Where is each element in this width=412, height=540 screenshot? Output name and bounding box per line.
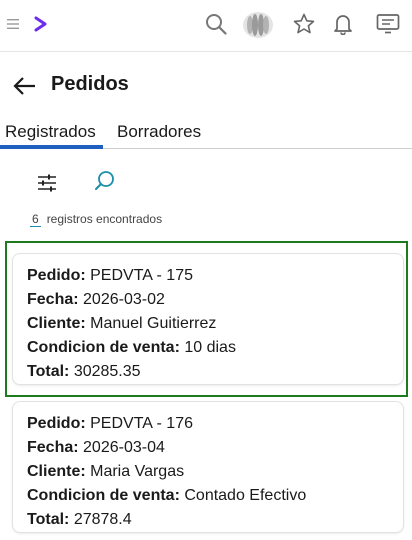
order-total-row: Total: 27878.4: [27, 508, 403, 532]
total-label: Total:: [27, 511, 70, 528]
star-icon[interactable]: [293, 13, 315, 35]
order-label: Pedido:: [27, 267, 86, 284]
back-arrow-icon[interactable]: [12, 74, 38, 98]
active-tab-indicator: [0, 145, 103, 149]
order-date-row: Fecha: 2026-03-04: [27, 436, 403, 460]
order-client: Manuel Guitierrez: [90, 315, 217, 332]
results-count-label: registros encontrados: [46, 212, 163, 226]
order-client-row: Cliente: Manuel Guitierrez: [27, 312, 403, 336]
brand-icon[interactable]: [241, 10, 275, 40]
order-number-row: Pedido: PEDVTA - 175: [27, 264, 403, 288]
tab-bar: Registrados Borradores: [0, 116, 412, 149]
menu-icon[interactable]: [7, 18, 19, 30]
date-label: Fecha:: [27, 291, 79, 308]
search-icon[interactable]: [205, 13, 227, 35]
app-logo-icon[interactable]: [34, 15, 48, 33]
total-label: Total:: [27, 363, 70, 380]
order-number: PEDVTA - 175: [90, 267, 193, 284]
condition-label: Condicion de venta:: [27, 339, 180, 356]
order-client-row: Cliente: Maria Vargas: [27, 460, 403, 484]
order-card[interactable]: Pedido: PEDVTA - 175 Fecha: 2026-03-02 C…: [12, 253, 404, 385]
order-total: 30285.35: [73, 363, 141, 380]
tab-borradores[interactable]: Borradores: [117, 122, 201, 142]
results-count-number: 6: [30, 212, 41, 227]
order-total-row: Total: 30285.35: [27, 360, 403, 384]
list-tools: [0, 164, 412, 200]
order-number-row: Pedido: PEDVTA - 176: [27, 412, 403, 436]
order-label: Pedido:: [27, 415, 86, 432]
order-date: 2026-03-02: [83, 291, 165, 308]
order-number: PEDVTA - 176: [90, 415, 193, 432]
results-count: 6 registros encontrados: [30, 212, 162, 227]
screen-icon[interactable]: [376, 13, 400, 35]
bell-icon[interactable]: [333, 13, 353, 35]
order-condition: 10 dias: [184, 339, 236, 356]
order-condition-row: Condicion de venta: 10 dias: [27, 336, 403, 360]
page-title: Pedidos: [51, 73, 129, 95]
order-condition-row: Condicion de venta: Contado Efectivo: [27, 484, 403, 508]
client-label: Cliente:: [27, 463, 86, 480]
title-row: Pedidos: [0, 64, 412, 108]
order-date-row: Fecha: 2026-03-02: [27, 288, 403, 312]
filter-sliders-icon[interactable]: [34, 170, 60, 196]
date-label: Fecha:: [27, 439, 79, 456]
order-condition: Contado Efectivo: [184, 487, 307, 504]
order-card[interactable]: Pedido: PEDVTA - 176 Fecha: 2026-03-04 C…: [12, 401, 404, 533]
order-client: Maria Vargas: [90, 463, 185, 480]
top-bar: [0, 0, 412, 52]
condition-label: Condicion de venta:: [27, 487, 180, 504]
tab-registrados[interactable]: Registrados: [5, 122, 96, 142]
order-total: 27878.4: [73, 511, 132, 528]
search-list-icon[interactable]: [92, 168, 118, 194]
order-date: 2026-03-04: [83, 439, 165, 456]
client-label: Cliente:: [27, 315, 86, 332]
